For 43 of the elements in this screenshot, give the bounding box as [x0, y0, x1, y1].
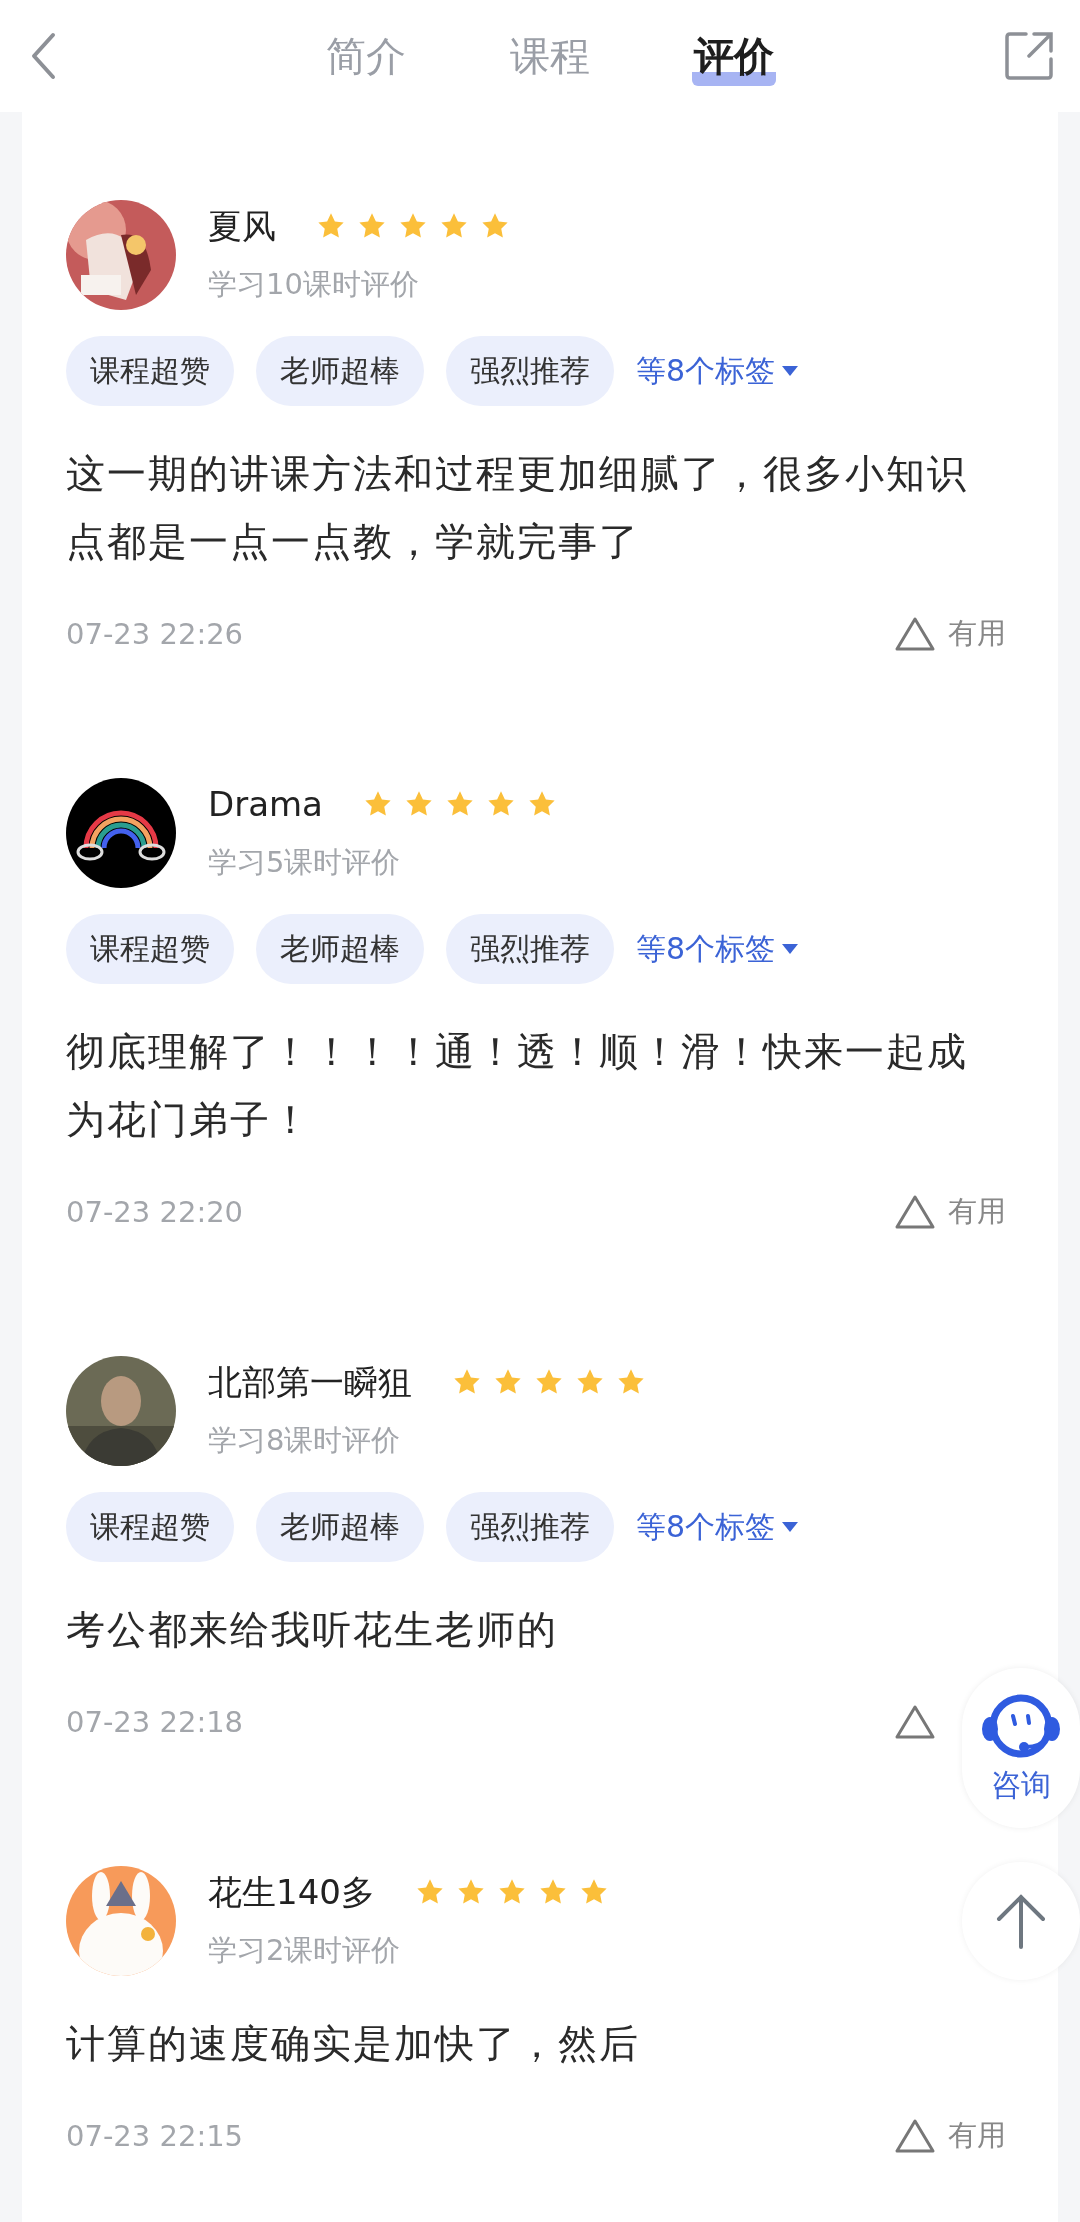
- useful-button[interactable]: 有用: [894, 2114, 1014, 2158]
- review-tag: 课程超赞: [66, 1492, 234, 1562]
- review-comment: 这一期的讲课方法和过程更加细腻了，很多小知识点都是一点一点教，学就完事了: [66, 450, 969, 566]
- triangle-icon: [894, 616, 936, 652]
- review-time: 07-23 22:15: [66, 2119, 244, 2153]
- reviewer-name: 北部第一瞬狙: [208, 1361, 412, 1404]
- dropdown-icon: [781, 365, 800, 377]
- review-comment: 彻底理解了！！！！通！透！顺！滑！快来一起成为花门弟子！: [66, 1028, 969, 1144]
- review-tag: 强烈推荐: [446, 1492, 614, 1562]
- more-tags-button[interactable]: 等8个标签: [636, 1506, 800, 1548]
- review-comment: 考公都来给我听花生老师的: [66, 1606, 559, 1654]
- consult-button[interactable]: 咨询: [962, 1668, 1080, 1828]
- review-tag: 课程超赞: [66, 336, 234, 406]
- review-time: 07-23 22:20: [66, 1195, 244, 1229]
- review-tag: 老师超棒: [256, 914, 424, 984]
- back-icon[interactable]: [30, 32, 56, 80]
- review-time: 07-23 22:26: [66, 617, 244, 651]
- more-tags-button[interactable]: 等8个标签: [636, 350, 800, 392]
- reviewer-name: 花生140多: [208, 1871, 375, 1914]
- review-time: 07-23 22:18: [66, 1705, 244, 1739]
- review-tag: 老师超棒: [256, 1492, 424, 1562]
- more-tags-button[interactable]: 等8个标签: [636, 928, 800, 970]
- study-hours: 学习8课时评价: [208, 1422, 402, 1459]
- useful-button[interactable]: 有用: [894, 612, 1014, 656]
- review-tag: 课程超赞: [66, 914, 234, 984]
- study-hours: 学习5课时评价: [208, 844, 402, 881]
- review-comment: 计算的速度确实是加快了，然后: [66, 2020, 641, 2068]
- triangle-icon: [894, 2118, 936, 2154]
- share-icon[interactable]: [1004, 31, 1054, 81]
- study-hours: 学习2课时评价: [208, 1932, 402, 1969]
- review-tag: 强烈推荐: [446, 914, 614, 984]
- tab[interactable]: 简介: [324, 26, 408, 86]
- useful-button[interactable]: 有用: [894, 1190, 1014, 1234]
- triangle-icon: [894, 1194, 936, 1230]
- triangle-icon: [894, 1704, 936, 1740]
- study-hours: 学习10课时评价: [208, 266, 420, 303]
- tab[interactable]: 课程: [508, 26, 592, 86]
- review-tag: 老师超棒: [256, 336, 424, 406]
- dropdown-icon: [781, 943, 800, 955]
- dropdown-icon: [781, 1521, 800, 1533]
- reviewer-name: Drama: [208, 783, 323, 826]
- review-tag: 强烈推荐: [446, 336, 614, 406]
- reviewer-name: 夏风: [208, 205, 276, 248]
